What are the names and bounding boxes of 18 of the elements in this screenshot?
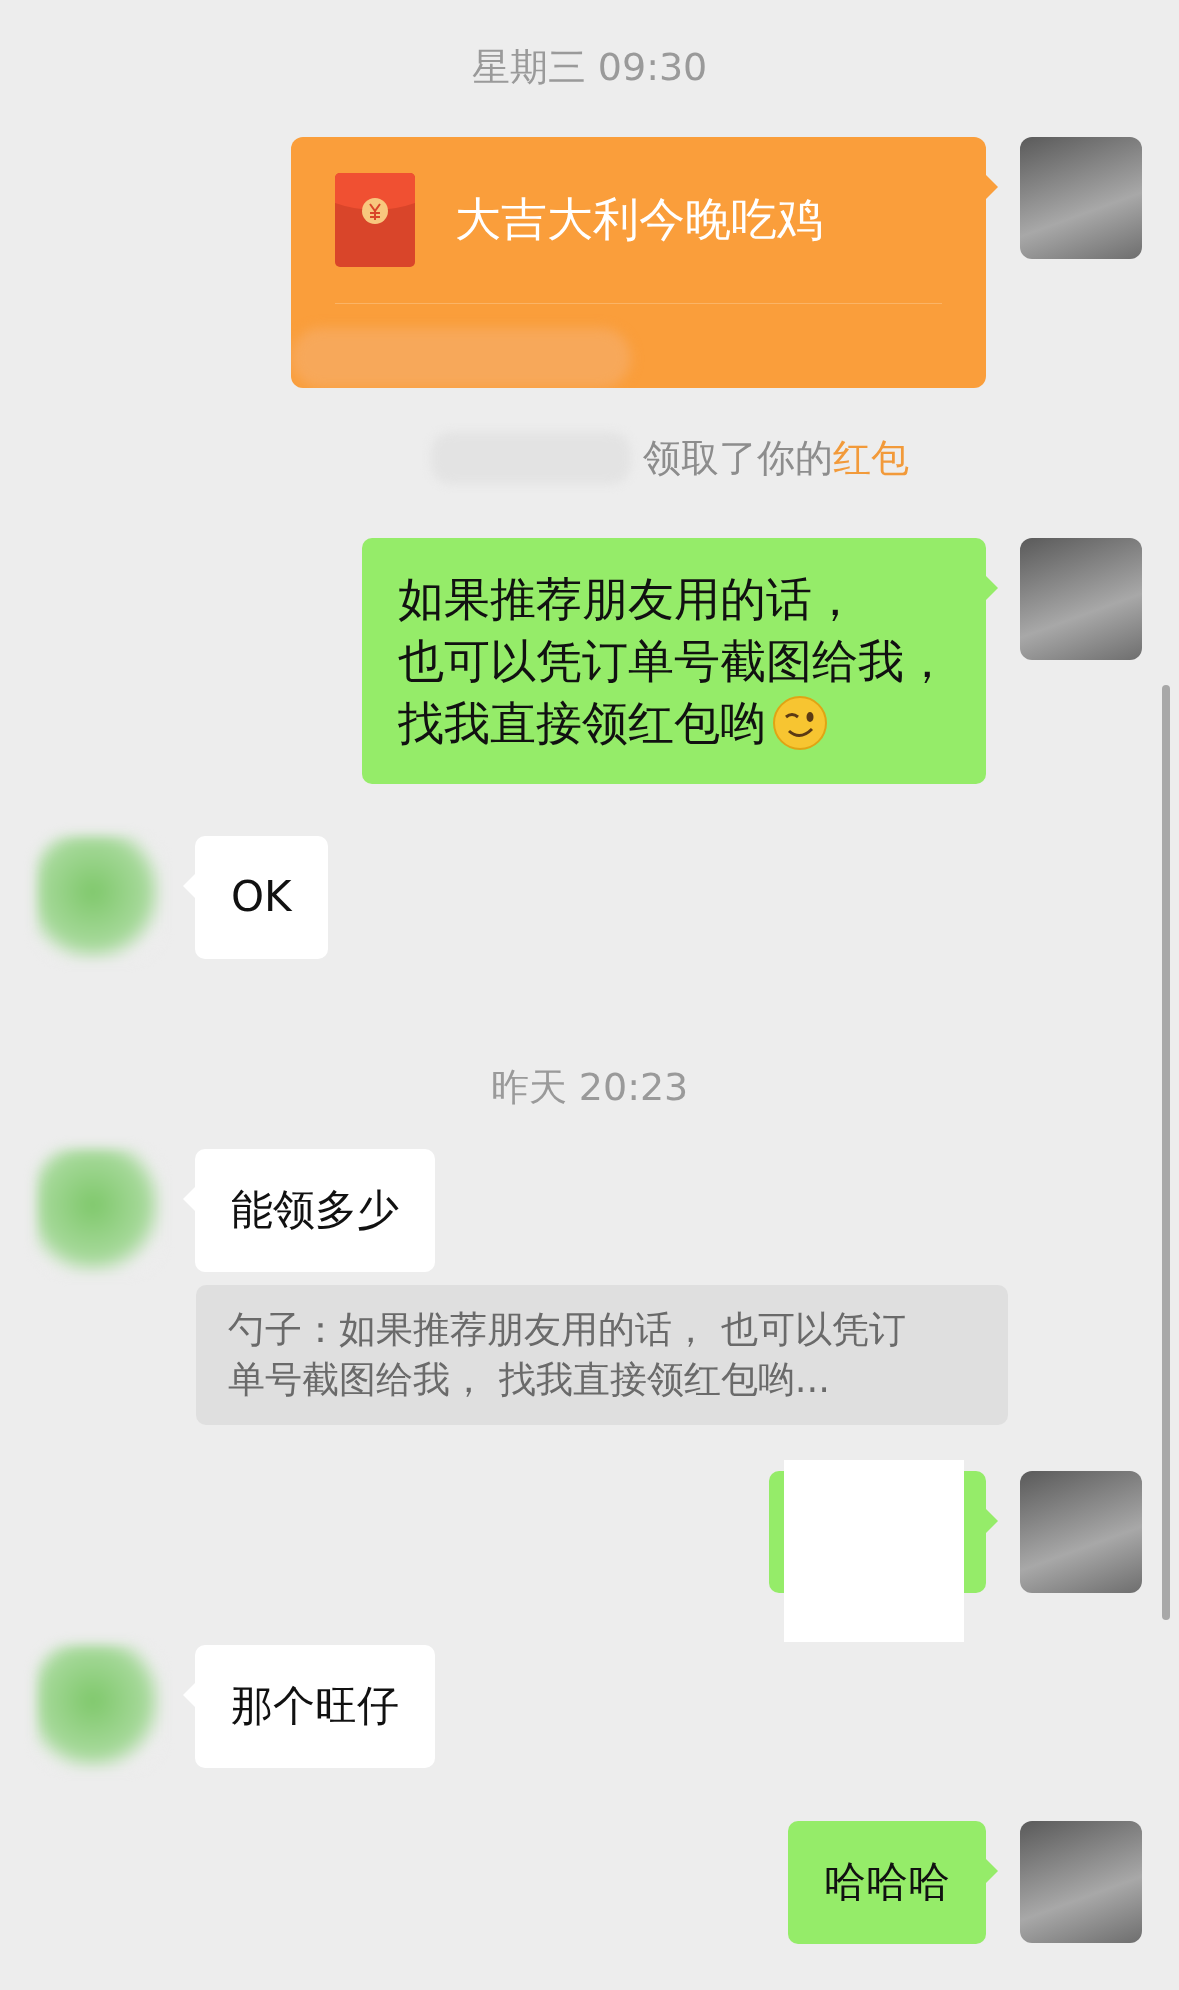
lucky-money-card[interactable]: 大吉大利今晚吃鸡 bbox=[291, 137, 986, 388]
timestamp: 昨天 20:23 bbox=[490, 1064, 689, 1112]
avatar-placeholder[interactable] bbox=[1020, 1471, 1142, 1594]
message-bubble: 那个旺仔 bbox=[195, 1645, 435, 1768]
scrollbar[interactable] bbox=[1162, 685, 1170, 1620]
avatar-placeholder[interactable] bbox=[1020, 137, 1142, 259]
message-bubble: OK bbox=[195, 836, 328, 959]
message-bubble: 能领多少 bbox=[195, 1149, 435, 1272]
card-title: 大吉大利今晚吃鸡 bbox=[455, 191, 823, 248]
avatar-placeholder[interactable] bbox=[1020, 538, 1142, 660]
message-bubble: 如果推荐朋友用的话， 也可以凭订单号截图给我， 找我直接领红包哟 bbox=[362, 538, 986, 785]
winking-face-emoji-icon bbox=[772, 695, 828, 752]
envelope-icon bbox=[335, 173, 415, 267]
quoted-message[interactable]: 勺子：如果推荐朋友用的话， 也可以凭订单号截图给我， 找我直接领红包哟... bbox=[196, 1285, 1008, 1426]
system-notice: 领取了你的红包 bbox=[642, 434, 909, 482]
message-bubble: 哈哈哈 bbox=[788, 1821, 986, 1944]
timestamp: 星期三 09:30 bbox=[471, 44, 708, 91]
avatar-placeholder[interactable] bbox=[1020, 1821, 1142, 1944]
